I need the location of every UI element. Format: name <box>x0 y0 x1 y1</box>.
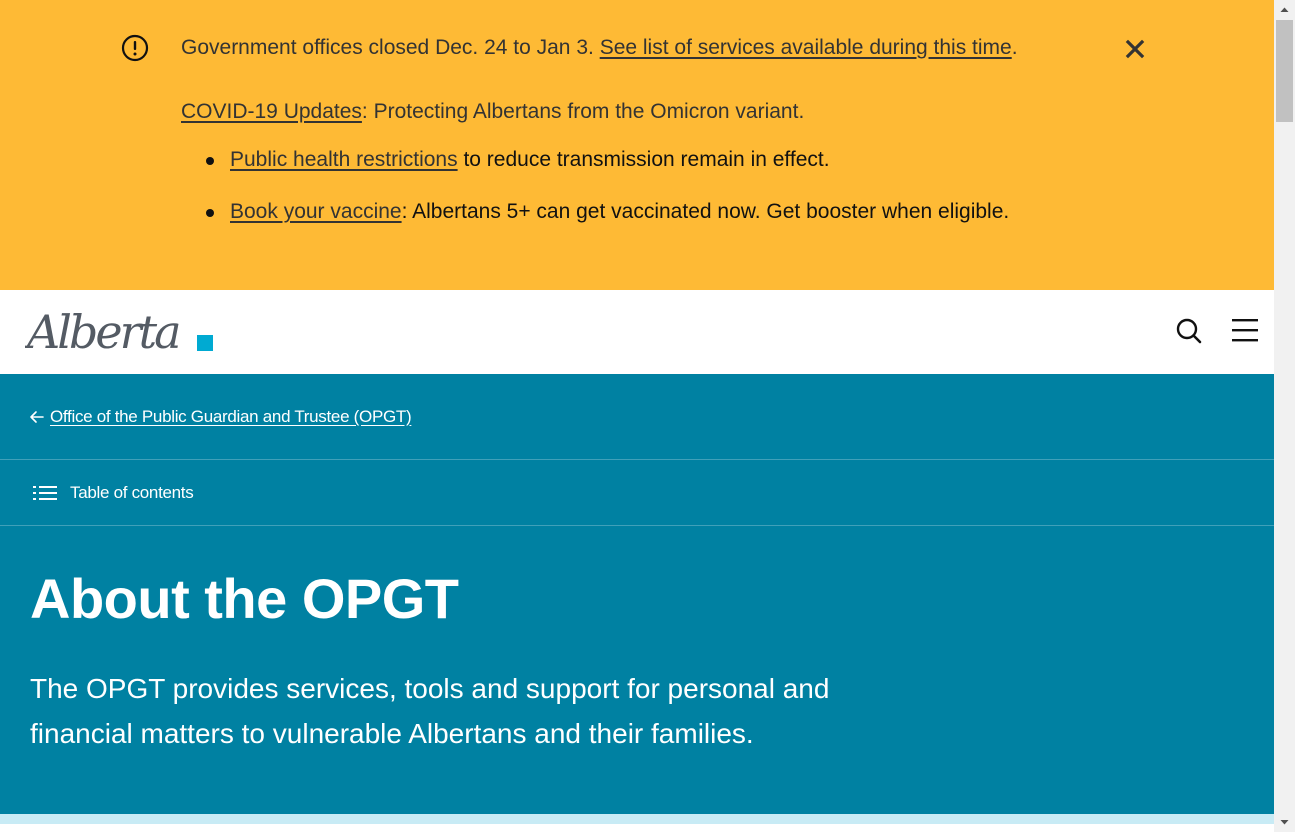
breadcrumb: Office of the Public Guardian and Truste… <box>0 374 1274 460</box>
list-item: Book your vaccine: Albertans 5+ can get … <box>205 198 1010 226</box>
covid-updates-link[interactable]: COVID-19 Updates <box>181 100 362 123</box>
book-vaccine-link[interactable]: Book your vaccine <box>230 200 402 223</box>
page-lead-text: The OPGT provides services, tools and su… <box>30 673 830 749</box>
covid-update-line: COVID-19 Updates: Protecting Albertans f… <box>181 98 804 126</box>
content-start-strip <box>0 814 1274 832</box>
logo-wordmark: Alberta <box>25 305 179 358</box>
closure-text: Government offices closed Dec. 24 to Jan… <box>181 36 594 59</box>
toc-label: Table of contents <box>70 483 194 502</box>
public-health-restrictions-link[interactable]: Public health restrictions <box>230 148 458 171</box>
notice-banner: Government offices closed Dec. 24 to Jan… <box>0 0 1274 290</box>
hamburger-menu-icon[interactable] <box>1231 316 1261 344</box>
logo-square <box>197 335 213 351</box>
covid-text: : Protecting Albertans from the Omicron … <box>361 100 805 123</box>
covid-bullet-list: Public health restrictions to reduce tra… <box>181 146 1009 250</box>
close-icon[interactable] <box>1122 36 1148 62</box>
bullet-text: : Albertans 5+ can get vaccinated now. G… <box>401 200 1010 223</box>
services-list-link[interactable]: See list of services available during th… <box>600 36 1012 59</box>
scroll-up-arrow-icon[interactable] <box>1274 0 1295 20</box>
closure-end: . <box>1011 36 1018 59</box>
accent-divider <box>0 814 1274 824</box>
breadcrumb-parent-link[interactable]: Office of the Public Guardian and Truste… <box>50 406 412 428</box>
page-viewport: Government offices closed Dec. 24 to Jan… <box>0 0 1274 832</box>
table-of-contents-toggle[interactable]: Table of contents <box>0 460 1274 526</box>
page-title: About the OPGT <box>30 567 459 630</box>
scroll-down-arrow-icon[interactable] <box>1274 812 1295 832</box>
search-icon[interactable] <box>1174 316 1204 346</box>
alberta-logo[interactable]: Alberta <box>25 304 215 358</box>
scrollbar-thumb[interactable] <box>1276 20 1293 122</box>
hero-section: Office of the Public Guardian and Truste… <box>0 374 1274 814</box>
alert-circle-icon <box>121 34 149 62</box>
list-item: Public health restrictions to reduce tra… <box>205 146 1009 174</box>
arrow-left-icon <box>30 411 44 423</box>
closure-notice: Government offices closed Dec. 24 to Jan… <box>181 34 1018 62</box>
bullet-text: to reduce transmission remain in effect. <box>457 148 830 171</box>
list-icon <box>33 486 57 500</box>
vertical-scrollbar[interactable] <box>1274 0 1295 832</box>
site-header: Alberta <box>0 290 1274 374</box>
